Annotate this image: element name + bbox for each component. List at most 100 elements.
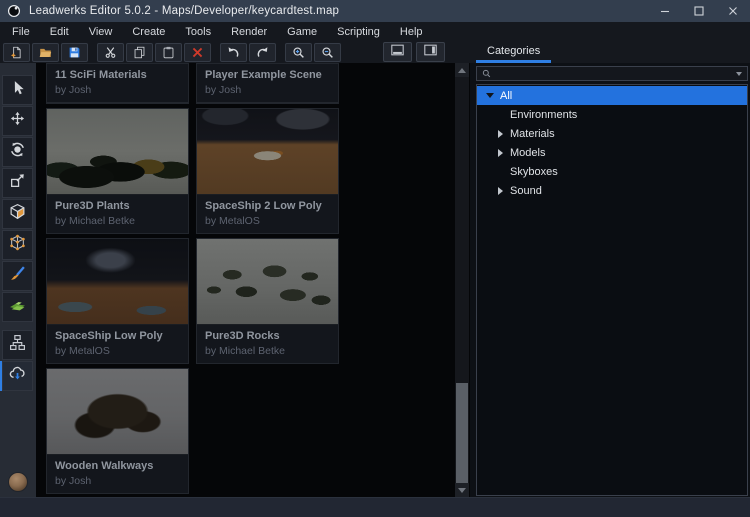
zoom-in-icon <box>292 46 305 59</box>
triangle-glyph <box>498 149 503 157</box>
chevron-down-icon <box>736 72 742 76</box>
asset-author: by MetalOS <box>55 345 184 357</box>
scale-icon <box>9 172 26 194</box>
expand-icon[interactable] <box>495 130 505 138</box>
open-folder-icon <box>39 46 52 59</box>
menu-tools[interactable]: Tools <box>175 22 221 42</box>
asset-card-label: SpaceShip 2 Low Polyby MetalOS <box>197 195 338 233</box>
asset-card-label: Pure3D Plantsby Michael Betke <box>47 195 188 233</box>
scrollbar-down-button[interactable] <box>455 483 469 497</box>
asset-title: Wooden Walkways <box>55 460 184 472</box>
tree-item-models[interactable]: Models <box>477 143 747 162</box>
asset-scrollbar[interactable] <box>455 63 469 497</box>
redo-button[interactable] <box>249 43 276 62</box>
new-button[interactable] <box>3 43 30 62</box>
search-input[interactable] <box>495 68 731 80</box>
collapse-icon[interactable] <box>485 93 495 98</box>
toggle-bottom-panel-button[interactable] <box>383 42 412 62</box>
asset-card-pure3d-rocks[interactable]: Pure3D Rocksby Michael Betke <box>196 238 339 364</box>
triangle-glyph <box>486 93 494 98</box>
scrollbar-track[interactable] <box>455 77 469 483</box>
expand-icon[interactable] <box>495 187 505 195</box>
asset-card-label: Pure3D Rocksby Michael Betke <box>197 325 338 363</box>
menu-render[interactable]: Render <box>221 22 277 42</box>
tree-item-label: Materials <box>510 128 555 140</box>
tree-item-sound[interactable]: Sound <box>477 181 747 200</box>
new-file-icon <box>10 46 23 59</box>
tree-item-skyboxes[interactable]: Skyboxes <box>477 162 747 181</box>
minimize-button[interactable] <box>648 0 682 22</box>
tool-rotate-button[interactable] <box>2 137 33 167</box>
toolbar-button-groups <box>3 43 341 62</box>
copy-icon <box>133 46 146 59</box>
tool-select-button[interactable] <box>2 75 33 105</box>
delete-button[interactable] <box>184 43 211 62</box>
close-button[interactable] <box>716 0 750 22</box>
tree-item-label: Sound <box>510 185 542 197</box>
asset-card-wooden-walkways[interactable]: Wooden Walkways by Josh <box>46 368 189 494</box>
asset-card-player-example-scene[interactable]: Player Example Sceneby Josh <box>196 63 339 104</box>
paste-icon <box>162 46 175 59</box>
menu-file[interactable]: File <box>2 22 40 42</box>
menu-help[interactable]: Help <box>390 22 433 42</box>
save-button[interactable] <box>61 43 88 62</box>
open-button[interactable] <box>32 43 59 62</box>
window-title: Leadwerks Editor 5.0.2 - Maps/Developer/… <box>29 5 339 17</box>
asset-card-spaceship-2-low-poly[interactable]: SpaceShip 2 Low Polyby MetalOS <box>196 108 339 234</box>
tool-sidebar <box>0 63 36 497</box>
scrollbar-up-button[interactable] <box>455 63 469 77</box>
tool-paint-button[interactable] <box>2 261 33 291</box>
asset-card-spaceship-low-poly[interactable]: SpaceShip Low Polyby MetalOS <box>46 238 189 364</box>
maximize-button[interactable] <box>682 0 716 22</box>
scrollbar-thumb[interactable] <box>456 383 468 483</box>
tree-item-label: Environments <box>510 109 577 121</box>
asset-author: by Michael Betke <box>55 215 184 227</box>
tree-item-materials[interactable]: Materials <box>477 124 747 143</box>
toolbar-group <box>220 43 276 62</box>
undo-button[interactable] <box>220 43 247 62</box>
menubar: FileEditViewCreateToolsRenderGameScripti… <box>0 22 750 42</box>
tool-move-button[interactable] <box>2 106 33 136</box>
asset-card-label: SpaceShip Low Polyby MetalOS <box>47 325 188 363</box>
tool-scale-button[interactable] <box>2 168 33 198</box>
cut-button[interactable] <box>97 43 124 62</box>
menu-view[interactable]: View <box>79 22 123 42</box>
plants-thumbnail <box>47 109 188 195</box>
asset-card-label: Wooden Walkways by Josh <box>47 455 188 493</box>
zoom-in-button[interactable] <box>285 43 312 62</box>
menu-edit[interactable]: Edit <box>40 22 79 42</box>
app-logo-icon <box>7 4 21 18</box>
zoom-out-button[interactable] <box>314 43 341 62</box>
asset-title: Player Example Scene <box>205 69 334 81</box>
asset-author: by Josh <box>55 475 184 487</box>
layout-bottom-icon <box>390 43 405 62</box>
terrain-icon <box>9 296 26 318</box>
copy-button[interactable] <box>126 43 153 62</box>
paste-button[interactable] <box>155 43 182 62</box>
app-window: Leadwerks Editor 5.0.2 - Maps/Developer/… <box>0 0 750 517</box>
tool-vertex-button[interactable] <box>2 230 33 260</box>
toolbar-group <box>285 43 341 62</box>
tool-hierarchy-button[interactable] <box>2 330 33 360</box>
tool-downloads-button[interactable] <box>2 361 33 391</box>
tree-item-label: Models <box>510 147 545 159</box>
tool-solid-button[interactable] <box>2 199 33 229</box>
menu-create[interactable]: Create <box>122 22 175 42</box>
tree-item-all[interactable]: All <box>477 86 747 105</box>
triangle-glyph <box>498 130 503 138</box>
toggle-right-panel-button[interactable] <box>416 42 445 62</box>
expand-icon[interactable] <box>495 149 505 157</box>
rocks-thumbnail <box>197 239 338 325</box>
tool-terrain-button[interactable] <box>2 292 33 322</box>
search-dropdown-button[interactable] <box>731 67 747 80</box>
asset-card-pure3d-plants[interactable]: Pure3D Plantsby Michael Betke <box>46 108 189 234</box>
tab-categories[interactable]: Categories <box>476 42 551 63</box>
asset-card-11-scifi-materials[interactable]: 11 SciFi Materialsby Josh <box>46 63 189 104</box>
menu-scripting[interactable]: Scripting <box>327 22 390 42</box>
walkways-thumbnail <box>47 369 188 455</box>
user-avatar[interactable] <box>8 472 28 492</box>
category-tree: All Environments Materials Models Skyboxes So… <box>476 84 748 496</box>
menu-game[interactable]: Game <box>277 22 327 42</box>
tree-item-environments[interactable]: Environments <box>477 105 747 124</box>
spaceship-thumbnail <box>47 239 188 325</box>
